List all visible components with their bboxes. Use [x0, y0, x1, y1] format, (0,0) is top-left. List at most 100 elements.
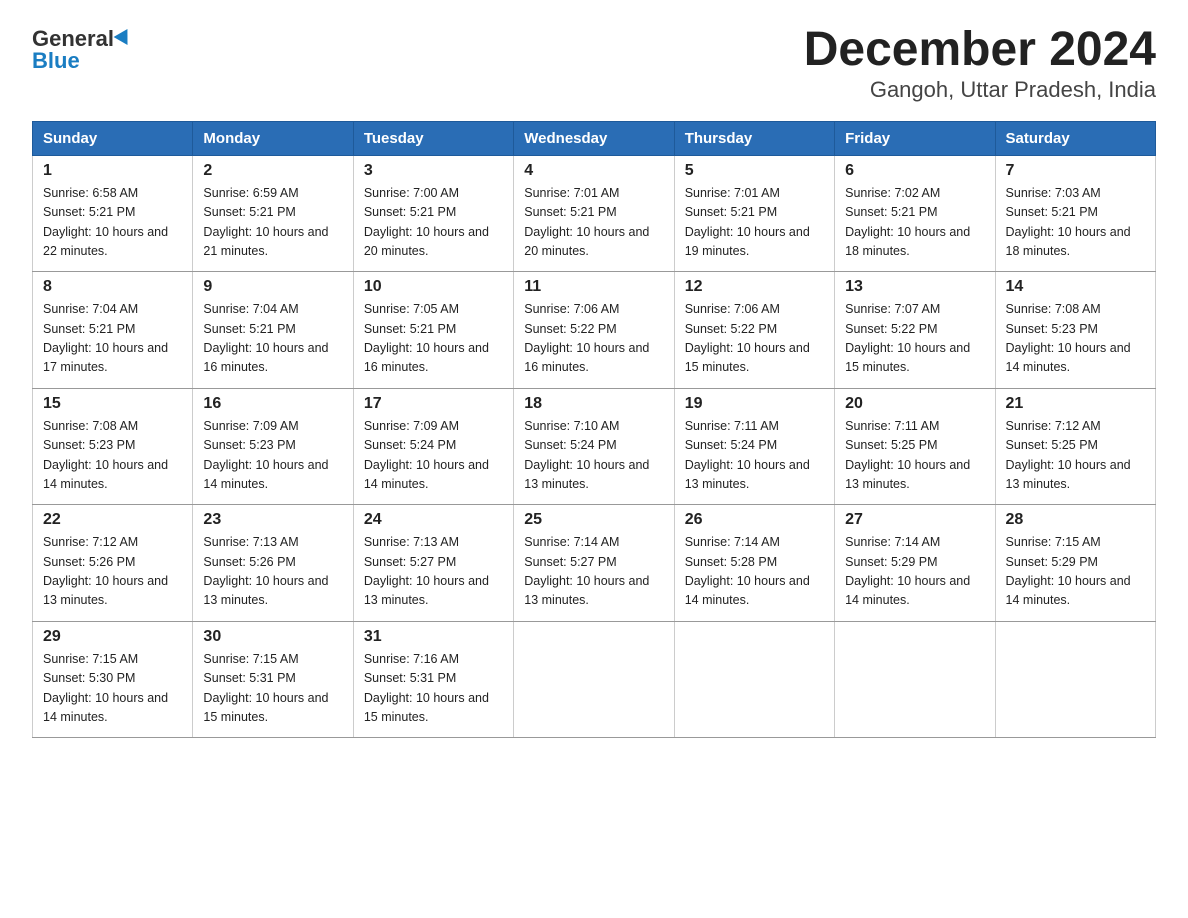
table-row: 5 Sunrise: 7:01 AMSunset: 5:21 PMDaylight…	[674, 155, 834, 272]
day-info: Sunrise: 7:11 AMSunset: 5:25 PMDaylight:…	[845, 417, 984, 495]
day-info: Sunrise: 7:08 AMSunset: 5:23 PMDaylight:…	[1006, 300, 1145, 378]
day-number: 18	[524, 395, 663, 413]
day-info: Sunrise: 7:09 AMSunset: 5:24 PMDaylight:…	[364, 417, 503, 495]
day-number: 20	[845, 395, 984, 413]
day-info: Sunrise: 7:14 AMSunset: 5:29 PMDaylight:…	[845, 533, 984, 611]
table-row: 16 Sunrise: 7:09 AMSunset: 5:23 PMDayligh…	[193, 388, 353, 505]
table-row: 9 Sunrise: 7:04 AMSunset: 5:21 PMDaylight…	[193, 272, 353, 389]
table-row: 26 Sunrise: 7:14 AMSunset: 5:28 PMDayligh…	[674, 505, 834, 622]
day-number: 6	[845, 162, 984, 180]
page-header: General Blue December 2024 Gangoh, Uttar…	[32, 24, 1156, 103]
day-number: 10	[364, 278, 503, 296]
day-info: Sunrise: 7:12 AMSunset: 5:26 PMDaylight:…	[43, 533, 182, 611]
day-info: Sunrise: 7:02 AMSunset: 5:21 PMDaylight:…	[845, 184, 984, 262]
table-row: 6 Sunrise: 7:02 AMSunset: 5:21 PMDaylight…	[835, 155, 995, 272]
day-number: 17	[364, 395, 503, 413]
table-row: 10 Sunrise: 7:05 AMSunset: 5:21 PMDayligh…	[353, 272, 513, 389]
day-info: Sunrise: 7:13 AMSunset: 5:27 PMDaylight:…	[364, 533, 503, 611]
day-info: Sunrise: 7:08 AMSunset: 5:23 PMDaylight:…	[43, 417, 182, 495]
calendar-title: December 2024	[804, 24, 1156, 77]
day-number: 25	[524, 511, 663, 529]
table-row: 25 Sunrise: 7:14 AMSunset: 5:27 PMDayligh…	[514, 505, 674, 622]
table-row: 30Sunrise: 7:15 AMSunset: 5:31 PMDayligh…	[193, 621, 353, 738]
calendar-week-row: 22 Sunrise: 7:12 AMSunset: 5:26 PMDayligh…	[33, 505, 1156, 622]
day-info: Sunrise: 6:59 AMSunset: 5:21 PMDaylight:…	[203, 184, 342, 262]
day-info: Sunrise: 7:16 AMSunset: 5:31 PMDaylight:…	[364, 650, 503, 728]
day-number: 5	[685, 162, 824, 180]
table-row: 18 Sunrise: 7:10 AMSunset: 5:24 PMDayligh…	[514, 388, 674, 505]
day-info: Sunrise: 7:14 AMSunset: 5:28 PMDaylight:…	[685, 533, 824, 611]
calendar-week-row: 15 Sunrise: 7:08 AMSunset: 5:23 PMDayligh…	[33, 388, 1156, 505]
table-row: 4Sunrise: 7:01 AMSunset: 5:21 PMDaylight…	[514, 155, 674, 272]
table-row: 2Sunrise: 6:59 AMSunset: 5:21 PMDaylight…	[193, 155, 353, 272]
logo-triangle-icon	[114, 29, 135, 49]
day-info: Sunrise: 7:15 AMSunset: 5:29 PMDaylight:…	[1006, 533, 1145, 611]
day-info: Sunrise: 7:09 AMSunset: 5:23 PMDaylight:…	[203, 417, 342, 495]
table-row: 1Sunrise: 6:58 AMSunset: 5:21 PMDaylight…	[33, 155, 193, 272]
col-thursday: Thursday	[674, 121, 834, 155]
day-number: 23	[203, 511, 342, 529]
table-row: 19 Sunrise: 7:11 AMSunset: 5:24 PMDayligh…	[674, 388, 834, 505]
table-row	[674, 621, 834, 738]
table-row: 29Sunrise: 7:15 AMSunset: 5:30 PMDayligh…	[33, 621, 193, 738]
table-row: 23 Sunrise: 7:13 AMSunset: 5:26 PMDayligh…	[193, 505, 353, 622]
col-friday: Friday	[835, 121, 995, 155]
col-wednesday: Wednesday	[514, 121, 674, 155]
day-number: 7	[1006, 162, 1145, 180]
calendar-table: Sunday Monday Tuesday Wednesday Thursday…	[32, 121, 1156, 739]
calendar-header-row: Sunday Monday Tuesday Wednesday Thursday…	[33, 121, 1156, 155]
col-sunday: Sunday	[33, 121, 193, 155]
table-row: 20 Sunrise: 7:11 AMSunset: 5:25 PMDayligh…	[835, 388, 995, 505]
day-number: 4	[524, 162, 663, 180]
day-number: 3	[364, 162, 503, 180]
table-row: 24 Sunrise: 7:13 AMSunset: 5:27 PMDayligh…	[353, 505, 513, 622]
table-row: 12Sunrise: 7:06 AMSunset: 5:22 PMDayligh…	[674, 272, 834, 389]
table-row	[514, 621, 674, 738]
table-row: 21 Sunrise: 7:12 AMSunset: 5:25 PMDayligh…	[995, 388, 1155, 505]
day-number: 9	[203, 278, 342, 296]
col-saturday: Saturday	[995, 121, 1155, 155]
logo-blue-text: Blue	[32, 50, 80, 72]
col-monday: Monday	[193, 121, 353, 155]
day-number: 31	[364, 628, 503, 646]
day-number: 21	[1006, 395, 1145, 413]
table-row: 27 Sunrise: 7:14 AMSunset: 5:29 PMDayligh…	[835, 505, 995, 622]
day-info: Sunrise: 7:13 AMSunset: 5:26 PMDaylight:…	[203, 533, 342, 611]
day-number: 30	[203, 628, 342, 646]
table-row: 13 Sunrise: 7:07 AMSunset: 5:22 PMDayligh…	[835, 272, 995, 389]
table-row: 17 Sunrise: 7:09 AMSunset: 5:24 PMDayligh…	[353, 388, 513, 505]
day-number: 19	[685, 395, 824, 413]
day-number: 27	[845, 511, 984, 529]
day-number: 13	[845, 278, 984, 296]
table-row: 11Sunrise: 7:06 AMSunset: 5:22 PMDayligh…	[514, 272, 674, 389]
day-info: Sunrise: 7:04 AMSunset: 5:21 PMDaylight:…	[43, 300, 182, 378]
logo-general-text: General	[32, 28, 114, 50]
day-info: Sunrise: 7:05 AMSunset: 5:21 PMDaylight:…	[364, 300, 503, 378]
day-info: Sunrise: 7:11 AMSunset: 5:24 PMDaylight:…	[685, 417, 824, 495]
day-number: 26	[685, 511, 824, 529]
day-info: Sunrise: 7:03 AMSunset: 5:21 PMDaylight:…	[1006, 184, 1145, 262]
day-info: Sunrise: 7:06 AMSunset: 5:22 PMDaylight:…	[524, 300, 663, 378]
table-row	[995, 621, 1155, 738]
day-info: Sunrise: 7:07 AMSunset: 5:22 PMDaylight:…	[845, 300, 984, 378]
table-row: 3Sunrise: 7:00 AMSunset: 5:21 PMDaylight…	[353, 155, 513, 272]
table-row	[835, 621, 995, 738]
day-number: 15	[43, 395, 182, 413]
day-number: 14	[1006, 278, 1145, 296]
day-info: Sunrise: 7:15 AMSunset: 5:30 PMDaylight:…	[43, 650, 182, 728]
day-info: Sunrise: 7:04 AMSunset: 5:21 PMDaylight:…	[203, 300, 342, 378]
day-number: 24	[364, 511, 503, 529]
calendar-week-row: 1Sunrise: 6:58 AMSunset: 5:21 PMDaylight…	[33, 155, 1156, 272]
day-info: Sunrise: 7:12 AMSunset: 5:25 PMDaylight:…	[1006, 417, 1145, 495]
day-info: Sunrise: 7:10 AMSunset: 5:24 PMDaylight:…	[524, 417, 663, 495]
calendar-subtitle: Gangoh, Uttar Pradesh, India	[804, 77, 1156, 103]
calendar-week-row: 8Sunrise: 7:04 AMSunset: 5:21 PMDaylight…	[33, 272, 1156, 389]
table-row: 15 Sunrise: 7:08 AMSunset: 5:23 PMDayligh…	[33, 388, 193, 505]
day-info: Sunrise: 7:14 AMSunset: 5:27 PMDaylight:…	[524, 533, 663, 611]
table-row: 31 Sunrise: 7:16 AMSunset: 5:31 PMDayligh…	[353, 621, 513, 738]
logo: General Blue	[32, 24, 132, 72]
day-info: Sunrise: 6:58 AMSunset: 5:21 PMDaylight:…	[43, 184, 182, 262]
day-number: 22	[43, 511, 182, 529]
day-info: Sunrise: 7:01 AMSunset: 5:21 PMDaylight:…	[685, 184, 824, 262]
day-number: 16	[203, 395, 342, 413]
